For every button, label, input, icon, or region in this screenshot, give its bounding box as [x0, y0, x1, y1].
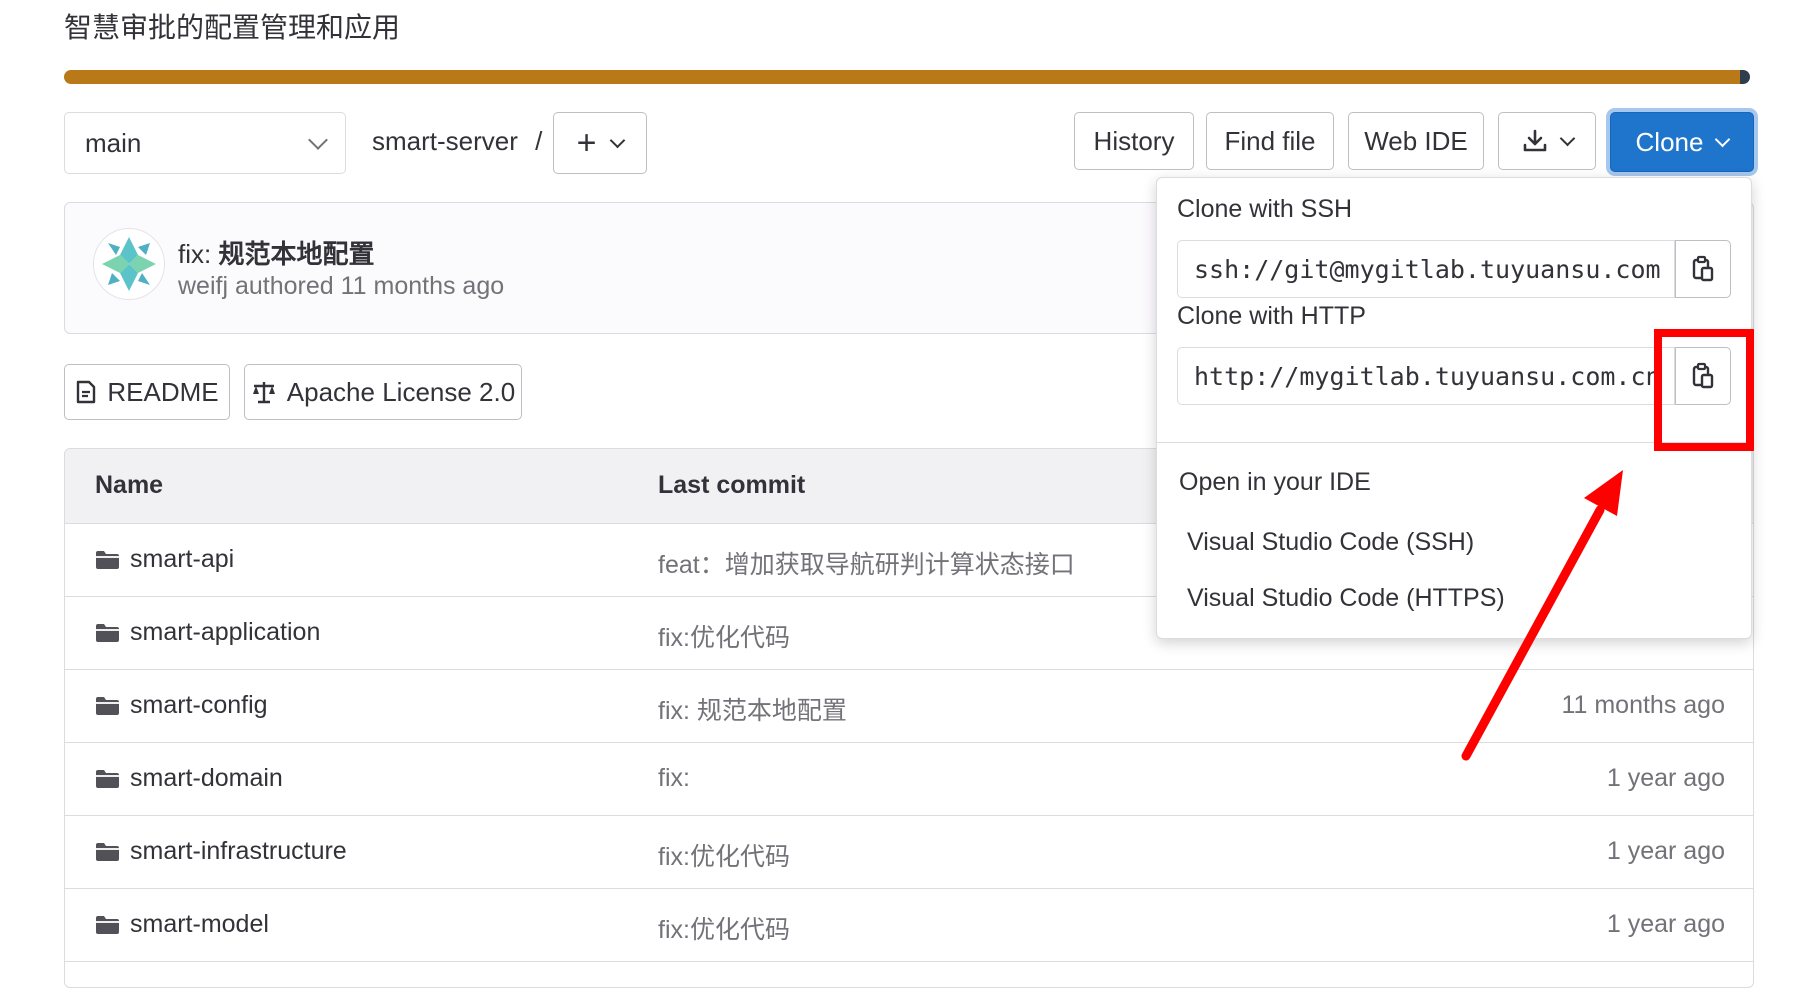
identicon-icon: [102, 237, 156, 291]
ssh-url-text: ssh://git@mygitlab.tuyuansu.com: [1194, 255, 1661, 284]
copy-ssh-url-button[interactable]: [1675, 240, 1731, 298]
language-bar-primary: [64, 70, 1740, 84]
commit-message-link[interactable]: fix: 规范本地配置: [658, 691, 847, 727]
folder-icon: [96, 843, 119, 861]
readme-button[interactable]: README: [64, 364, 230, 420]
commit-message-link[interactable]: fix:优化代码: [658, 910, 790, 946]
commit-meta: weifj authored 11 months ago: [178, 272, 505, 300]
file-name-link[interactable]: smart-domain: [130, 764, 283, 793]
download-button[interactable]: [1498, 112, 1596, 170]
file-name-link[interactable]: smart-application: [130, 618, 320, 647]
file-name-link[interactable]: smart-api: [130, 545, 234, 574]
column-last-commit-header: Last commit: [658, 471, 806, 499]
commit-message: 规范本地配置: [218, 239, 375, 269]
commit-time: 1 year ago: [1606, 910, 1725, 938]
project-description: 智慧审批的配置管理和应用: [64, 12, 401, 43]
file-name-link[interactable]: smart-model: [130, 910, 269, 939]
clone-ssh-label: Clone with SSH: [1177, 195, 1353, 223]
breadcrumb-separator: /: [535, 126, 543, 156]
scale-icon: [252, 382, 275, 404]
table-row[interactable]: smart-model fix:优化代码 1 year ago: [65, 888, 1753, 962]
document-icon: [77, 380, 96, 404]
http-url-field[interactable]: http://mygitlab.tuyuansu.com.cn: [1177, 347, 1675, 405]
breadcrumb-project[interactable]: smart-server: [372, 126, 518, 156]
ide-option-vscode-ssh[interactable]: Visual Studio Code (SSH): [1187, 528, 1474, 557]
ssh-url-field[interactable]: ssh://git@mygitlab.tuyuansu.com: [1177, 240, 1675, 298]
branch-selector[interactable]: main: [64, 112, 346, 174]
commit-prefix: fix:: [178, 239, 219, 269]
language-bar-secondary: [1739, 70, 1750, 84]
web-ide-button[interactable]: Web IDE: [1348, 112, 1484, 170]
chevron-down-icon: [1559, 130, 1575, 146]
folder-icon: [96, 916, 119, 934]
folder-icon: [96, 770, 119, 788]
plus-icon: +: [576, 124, 597, 162]
language-bar: [64, 70, 1750, 84]
commit-message-link[interactable]: feat：增加获取导航研判计算状态接口: [658, 545, 1075, 581]
commit-time: 11 months ago: [1561, 691, 1725, 719]
commit-time: 1 year ago: [1606, 837, 1725, 865]
column-name-header: Name: [95, 471, 164, 499]
commit-message-link[interactable]: fix:优化代码: [658, 837, 790, 873]
add-new-button[interactable]: +: [553, 112, 647, 174]
breadcrumb: smart-server /: [372, 126, 542, 157]
license-label: Apache License 2.0: [286, 376, 516, 407]
history-button[interactable]: History: [1074, 112, 1194, 170]
readme-label: README: [107, 376, 219, 407]
file-name-link[interactable]: smart-infrastructure: [130, 837, 347, 866]
commit-message-link[interactable]: fix:: [658, 764, 690, 793]
clipboard-icon: [1692, 255, 1714, 282]
folder-icon: [96, 697, 119, 715]
file-name-link[interactable]: smart-config: [130, 691, 268, 720]
commit-title[interactable]: fix: 规范本地配置: [178, 234, 374, 271]
clone-button[interactable]: Clone: [1610, 112, 1754, 172]
table-row[interactable]: smart-infrastructure fix:优化代码 1 year ago: [65, 815, 1753, 889]
table-row[interactable]: smart-config fix: 规范本地配置 11 months ago: [65, 669, 1753, 743]
avatar[interactable]: [93, 228, 165, 300]
chevron-down-icon: [610, 132, 626, 148]
folder-icon: [96, 624, 119, 642]
clone-http-label: Clone with HTTP: [1177, 302, 1366, 330]
open-in-ide-label: Open in your IDE: [1179, 468, 1371, 496]
license-button[interactable]: Apache License 2.0: [244, 364, 522, 420]
chevron-down-icon: [1715, 131, 1731, 147]
http-url-text: http://mygitlab.tuyuansu.com.cn: [1194, 362, 1661, 391]
download-icon: [1523, 129, 1546, 152]
clone-label: Clone: [1635, 126, 1704, 157]
commit-message-link[interactable]: fix:优化代码: [658, 618, 790, 654]
annotation-highlight-box: [1654, 329, 1754, 451]
ide-option-vscode-https[interactable]: Visual Studio Code (HTTPS): [1187, 584, 1505, 613]
commit-time: 1 year ago: [1606, 764, 1725, 792]
branch-name: main: [85, 127, 142, 158]
chevron-down-icon: [308, 130, 328, 150]
folder-icon: [96, 551, 119, 569]
table-row[interactable]: smart-domain fix: 1 year ago: [65, 742, 1753, 816]
find-file-button[interactable]: Find file: [1206, 112, 1334, 170]
